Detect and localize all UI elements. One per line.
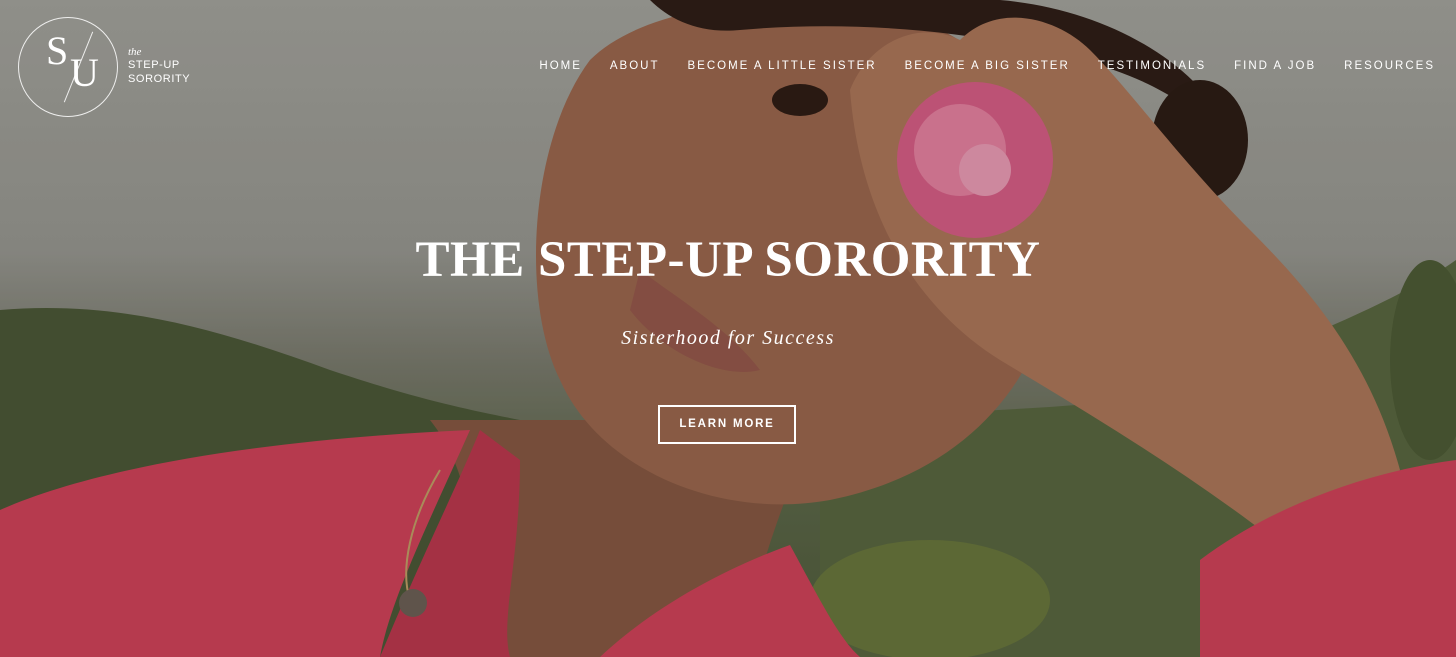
- learn-more-button[interactable]: LEARN MORE: [658, 405, 796, 444]
- site-logo[interactable]: S U: [18, 17, 118, 117]
- logo-line-2: SORORITY: [128, 73, 191, 85]
- logo-monogram-s: S: [46, 28, 69, 73]
- hero-subtitle: Sisterhood for Success: [621, 327, 835, 349]
- nav-find-a-job[interactable]: FIND A JOB: [1234, 59, 1316, 74]
- logo-the: the: [128, 46, 142, 58]
- logo-wordmark[interactable]: the STEP-UP SORORITY: [128, 47, 190, 86]
- nav-home[interactable]: HOME: [539, 59, 582, 74]
- hero-title: THE STEP-UP SORORITY: [415, 232, 1041, 288]
- nav-resources[interactable]: RESOURCES: [1344, 59, 1435, 74]
- nav-testimonials[interactable]: TESTIMONIALS: [1098, 59, 1206, 74]
- nav-become-little-sister[interactable]: BECOME A LITTLE SISTER: [688, 59, 877, 74]
- nav-become-big-sister[interactable]: BECOME A BIG SISTER: [905, 59, 1070, 74]
- logo-line-1: STEP-UP: [128, 59, 180, 71]
- nav-about[interactable]: ABOUT: [610, 59, 660, 74]
- main-nav: HOME ABOUT BECOME A LITTLE SISTER BECOME…: [539, 59, 1435, 74]
- hero-section: S U the STEP-UP SORORITY HOME ABOUT BECO…: [0, 0, 1456, 657]
